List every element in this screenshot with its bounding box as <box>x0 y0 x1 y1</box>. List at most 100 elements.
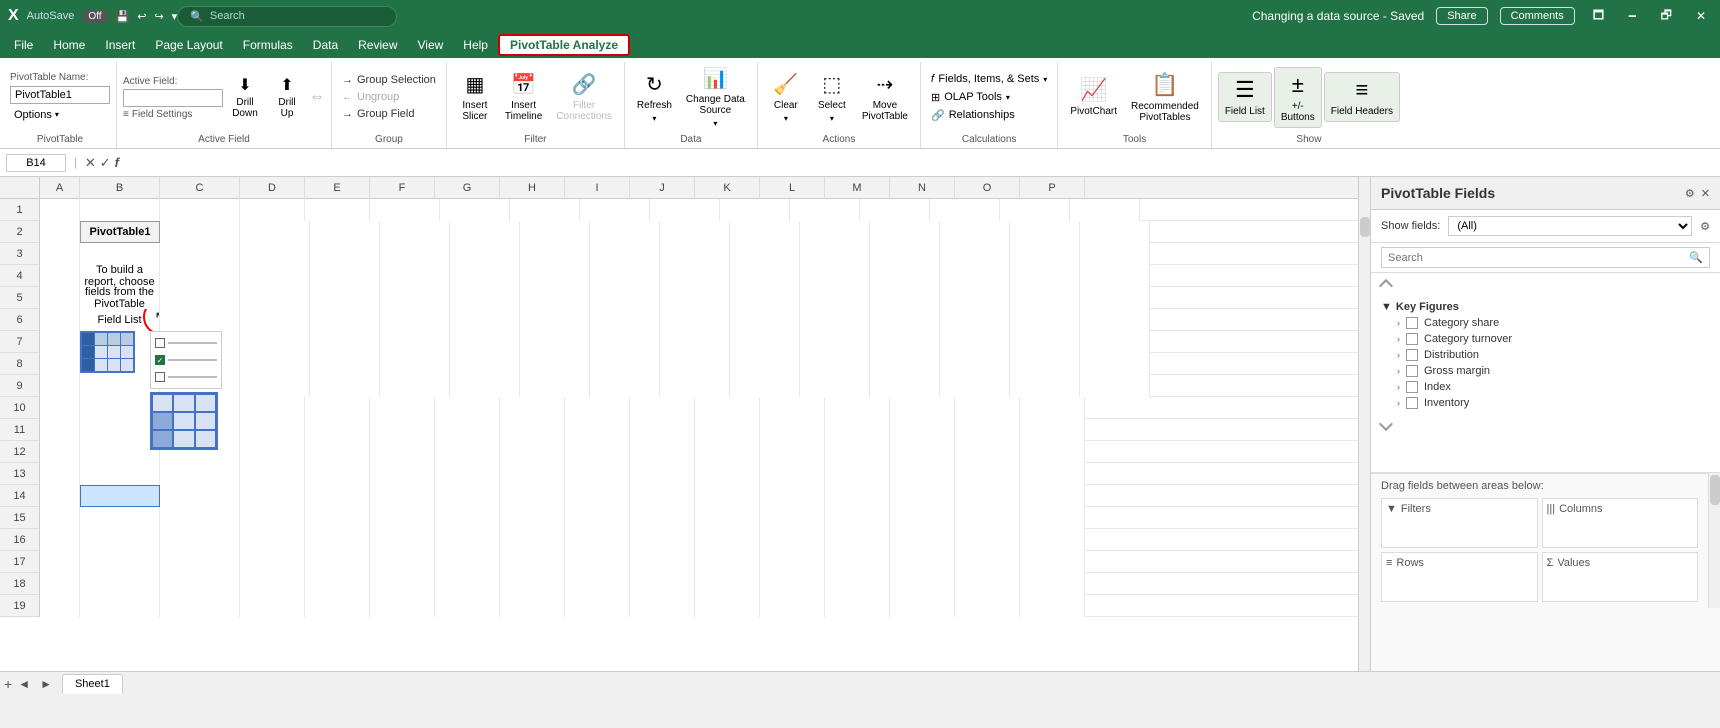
drill-down-button[interactable]: ⬇ DrillDown <box>225 72 265 122</box>
cell-a7[interactable] <box>40 331 80 353</box>
cell-k15[interactable] <box>695 507 760 529</box>
cell-c18[interactable] <box>160 573 240 595</box>
cell-g8[interactable] <box>450 353 520 375</box>
redo-icon[interactable]: ↪ <box>154 10 163 23</box>
col-header-l[interactable]: L <box>760 177 825 199</box>
cell-j15[interactable] <box>630 507 695 529</box>
cell-h11[interactable] <box>500 419 565 441</box>
cell-n5[interactable] <box>940 287 1010 309</box>
cell-n8[interactable] <box>940 353 1010 375</box>
fields-items-sets-button[interactable]: 𝑓 Fields, Items, & Sets ▾ <box>927 71 1051 88</box>
menu-page-layout[interactable]: Page Layout <box>145 35 232 55</box>
cell-i8[interactable] <box>590 353 660 375</box>
cell-k17[interactable] <box>695 551 760 573</box>
cell-m1[interactable] <box>860 199 930 221</box>
cell-p1[interactable] <box>1070 199 1140 221</box>
field-gross-margin[interactable]: › Gross margin <box>1381 363 1710 379</box>
cell-o17[interactable] <box>955 551 1020 573</box>
cell-a5[interactable] <box>40 287 80 309</box>
group-selection-button[interactable]: → Group Selection <box>338 72 440 88</box>
cell-g4[interactable] <box>450 265 520 287</box>
minimize-button[interactable]: 🗕 <box>1622 4 1643 29</box>
cell-e2[interactable] <box>310 221 380 243</box>
cell-c2[interactable] <box>160 221 240 243</box>
gross-margin-checkbox[interactable] <box>1406 365 1418 377</box>
comments-button[interactable]: Comments <box>1500 7 1575 25</box>
cell-d4[interactable] <box>240 265 310 287</box>
cell-c1[interactable] <box>160 199 240 221</box>
cell-j8[interactable] <box>660 353 730 375</box>
cell-j9[interactable] <box>660 375 730 397</box>
row-8[interactable]: 8 <box>0 353 39 375</box>
share-button[interactable]: Share <box>1436 7 1487 25</box>
relationships-button[interactable]: 🔗 Relationships <box>927 107 1051 124</box>
cell-a15[interactable] <box>40 507 80 529</box>
menu-view[interactable]: View <box>408 35 454 55</box>
cell-m6[interactable] <box>870 309 940 331</box>
row-3[interactable]: 3 <box>0 243 39 265</box>
cell-g7[interactable] <box>450 331 520 353</box>
cell-o10[interactable] <box>955 397 1020 419</box>
cell-i19[interactable] <box>565 595 630 617</box>
cell-j18[interactable] <box>630 573 695 595</box>
cell-h19[interactable] <box>500 595 565 617</box>
field-headers-button[interactable]: ≡ Field Headers <box>1324 72 1400 122</box>
cell-g17[interactable] <box>435 551 500 573</box>
cell-l18[interactable] <box>760 573 825 595</box>
cell-k14[interactable] <box>695 485 760 507</box>
sidebar-close-icon[interactable]: ✕ <box>1701 187 1710 200</box>
cell-p10[interactable] <box>1020 397 1085 419</box>
cell-i16[interactable] <box>565 529 630 551</box>
cell-k2[interactable] <box>730 221 800 243</box>
cell-g13[interactable] <box>435 463 500 485</box>
row-2[interactable]: 2 <box>0 221 39 243</box>
row-12[interactable]: 12 <box>0 441 39 463</box>
sheet-tab-sheet1[interactable]: Sheet1 <box>62 674 123 694</box>
cell-p8[interactable] <box>1080 353 1150 375</box>
close-button[interactable]: ✕ <box>1690 7 1712 25</box>
cell-p7[interactable] <box>1080 331 1150 353</box>
cell-g2[interactable] <box>450 221 520 243</box>
col-header-f[interactable]: F <box>370 177 435 199</box>
cell-p6[interactable] <box>1080 309 1150 331</box>
cell-i4[interactable] <box>590 265 660 287</box>
cell-l16[interactable] <box>760 529 825 551</box>
cell-g12[interactable] <box>435 441 500 463</box>
menu-formulas[interactable]: Formulas <box>233 35 303 55</box>
cell-b12[interactable] <box>80 441 160 463</box>
menu-data[interactable]: Data <box>303 35 348 55</box>
cell-d8[interactable] <box>240 353 310 375</box>
field-category-turnover[interactable]: › Category turnover <box>1381 331 1710 347</box>
cell-n17[interactable] <box>890 551 955 573</box>
insert-slicer-button[interactable]: ▦ InsertSlicer <box>453 68 497 126</box>
cell-a19[interactable] <box>40 595 80 617</box>
cell-p18[interactable] <box>1020 573 1085 595</box>
cell-h7[interactable] <box>520 331 590 353</box>
field-list-button[interactable]: ☰ Field List <box>1218 72 1272 122</box>
cell-o3[interactable] <box>1010 243 1080 265</box>
row-13[interactable]: 13 <box>0 463 39 485</box>
cell-o16[interactable] <box>955 529 1020 551</box>
col-header-i[interactable]: I <box>565 177 630 199</box>
maximize-button[interactable]: 🗗 <box>1655 4 1678 29</box>
cell-p14[interactable] <box>1020 485 1085 507</box>
menu-help[interactable]: Help <box>453 35 498 55</box>
search-box[interactable]: 🔍 Search <box>177 6 397 27</box>
cell-g16[interactable] <box>435 529 500 551</box>
show-fields-select[interactable]: (All) <box>1448 216 1692 236</box>
cell-i18[interactable] <box>565 573 630 595</box>
field-category-share[interactable]: › Category share <box>1381 315 1710 331</box>
cell-d12[interactable] <box>240 441 305 463</box>
cell-i5[interactable] <box>590 287 660 309</box>
cell-f2[interactable] <box>380 221 450 243</box>
cell-l13[interactable] <box>760 463 825 485</box>
sidebar-scrollbar-thumb[interactable] <box>1710 475 1720 505</box>
cell-e14[interactable] <box>305 485 370 507</box>
cell-g1[interactable] <box>440 199 510 221</box>
cell-d10[interactable] <box>240 397 305 419</box>
category-share-checkbox[interactable] <box>1406 317 1418 329</box>
cell-p9[interactable] <box>1080 375 1150 397</box>
cell-d16[interactable] <box>240 529 305 551</box>
cell-l17[interactable] <box>760 551 825 573</box>
cell-b2-pivottable[interactable]: PivotTable1 <box>80 221 160 243</box>
